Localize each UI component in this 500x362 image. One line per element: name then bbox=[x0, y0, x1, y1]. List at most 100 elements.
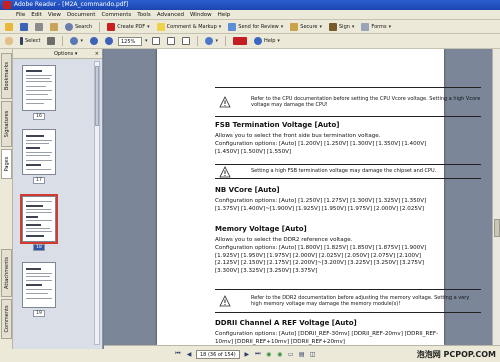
help-icon bbox=[253, 37, 262, 45]
text-select-icon bbox=[20, 37, 23, 45]
thumbnail-image bbox=[22, 129, 56, 175]
options-menu-button[interactable]: Options ▾ bbox=[54, 51, 77, 57]
pages-panel: Options ▾ × 16 17 18 19 bbox=[13, 49, 103, 349]
window-title: Adobe Reader - [M2A_commando.pdf] bbox=[14, 1, 129, 8]
zoom-out-button[interactable] bbox=[88, 36, 100, 47]
document-area: Refer to the CPU documentation before se… bbox=[104, 49, 500, 345]
folder-icon bbox=[5, 22, 13, 31]
toolbar-separator bbox=[197, 36, 199, 46]
zoom-dropdown[interactable]: ▾ bbox=[145, 38, 148, 44]
forms-button[interactable]: Forms ▾ bbox=[359, 21, 393, 32]
hand-tool-button[interactable] bbox=[3, 36, 15, 47]
menu-help[interactable]: Help bbox=[218, 12, 231, 18]
configuration-options: Configuration options: [Auto] [1.250V] [… bbox=[215, 198, 427, 212]
fit-width-button[interactable] bbox=[180, 36, 192, 47]
comment-markup-label: Comment & Markup bbox=[166, 23, 217, 30]
last-page-button[interactable]: ⏭ bbox=[254, 350, 262, 358]
zoom-tool-button[interactable]: ▾ bbox=[68, 36, 85, 47]
next-page-button[interactable]: ▶ bbox=[243, 350, 251, 358]
section-description: Allows you to select the front side bus … bbox=[215, 133, 381, 139]
tab-bookmarks-label: Bookmarks bbox=[3, 62, 10, 90]
menu-comments[interactable]: Comments bbox=[101, 12, 131, 18]
snapshot-button[interactable] bbox=[45, 36, 57, 47]
forms-icon bbox=[361, 22, 370, 31]
close-icon[interactable]: × bbox=[95, 51, 99, 57]
menu-tools[interactable]: Tools bbox=[137, 12, 151, 18]
previous-view-button[interactable]: ◉ bbox=[265, 350, 273, 358]
zoom-in-button[interactable] bbox=[103, 36, 115, 47]
menu-document[interactable]: Document bbox=[67, 12, 96, 18]
menu-window[interactable]: Window bbox=[190, 12, 212, 18]
next-view-button[interactable]: ◉ bbox=[276, 350, 284, 358]
continuous-layout-button[interactable]: ▤ bbox=[298, 350, 306, 358]
warning-icon bbox=[219, 165, 231, 177]
tab-signatures[interactable]: Signatures bbox=[1, 101, 12, 147]
forms-label: Forms bbox=[371, 23, 387, 30]
comment-markup-button[interactable]: Comment & Markup ▾ bbox=[155, 21, 224, 32]
page-number-field[interactable]: 18 (36 of 154) bbox=[196, 349, 240, 359]
scrollbar-thumb[interactable] bbox=[494, 219, 500, 237]
menu-view[interactable]: View bbox=[48, 12, 61, 18]
sign-button[interactable]: Sign ▾ bbox=[327, 21, 356, 32]
configuration-options: Configuration options: [Auto] [DDRII_REF… bbox=[215, 331, 439, 345]
thumbnail-page-number: 19 bbox=[33, 310, 45, 317]
zoom-out-icon bbox=[89, 37, 98, 45]
menu-advanced[interactable]: Advanced bbox=[157, 12, 184, 18]
hand-icon bbox=[5, 37, 13, 45]
page-thumbnail[interactable]: 16 bbox=[22, 65, 62, 120]
chevron-down-icon: ▾ bbox=[351, 23, 355, 30]
scrollbar-thumb[interactable] bbox=[95, 66, 99, 126]
previous-page-button[interactable]: ◀ bbox=[185, 350, 193, 358]
tab-comments[interactable]: Comments bbox=[1, 299, 12, 339]
send-for-review-label: Send for Review bbox=[238, 23, 279, 30]
section-heading: Memory Voltage [Auto] bbox=[215, 225, 307, 233]
email-button[interactable] bbox=[48, 21, 60, 32]
send-for-review-button[interactable]: Send for Review ▾ bbox=[226, 21, 285, 32]
facing-layout-button[interactable]: ◫ bbox=[309, 350, 317, 358]
zoom-level-field[interactable]: 125% bbox=[117, 36, 142, 46]
fit-page-button[interactable] bbox=[165, 36, 177, 47]
page-thumbnail-selected[interactable]: 18 bbox=[20, 194, 62, 251]
toolbar-separator bbox=[99, 21, 101, 32]
search-button[interactable]: Search bbox=[63, 21, 94, 32]
print-button[interactable] bbox=[33, 21, 45, 32]
rotate-button[interactable]: ▾ bbox=[203, 36, 220, 47]
note-text: Refer to the CPU documentation before se… bbox=[251, 95, 481, 108]
tab-pages[interactable]: Pages bbox=[1, 149, 12, 179]
email-icon bbox=[50, 22, 58, 31]
tab-attachments[interactable]: Attachments bbox=[1, 249, 12, 297]
tab-attachments-label: Attachments bbox=[3, 257, 10, 289]
create-pdf-button[interactable]: Create PDF ▾ bbox=[105, 21, 151, 32]
open-button[interactable] bbox=[3, 21, 15, 32]
help-button[interactable]: Help ▾ bbox=[252, 36, 282, 47]
warning-note: Refer to the DDR2 documentation before a… bbox=[215, 289, 481, 313]
page-thumbnail[interactable]: 17 bbox=[22, 129, 62, 184]
options-label: Options bbox=[54, 50, 74, 57]
pages-panel-scrollbar[interactable] bbox=[94, 61, 100, 345]
document-scrollbar[interactable] bbox=[492, 49, 500, 345]
chevron-down-icon: ▾ bbox=[147, 23, 150, 30]
site-watermark: 泡泡网 PCPOP.COM bbox=[416, 350, 496, 359]
note-text: Setting a high FSB termination voltage m… bbox=[251, 168, 437, 175]
select-tool-button[interactable]: Select bbox=[18, 36, 42, 47]
menu-edit[interactable]: Edit bbox=[31, 12, 42, 18]
actual-size-button[interactable] bbox=[150, 36, 162, 47]
chevron-down-icon: ▾ bbox=[277, 38, 280, 44]
view-toolbar: Select ▾ 125% ▾ ▾ Help ▾ bbox=[0, 34, 500, 49]
help-label: Help bbox=[263, 38, 276, 44]
tab-bookmarks[interactable]: Bookmarks bbox=[1, 53, 12, 99]
thumbnail-page-number: 18 bbox=[33, 244, 45, 251]
save-button[interactable] bbox=[18, 21, 30, 32]
warning-icon bbox=[219, 96, 231, 108]
yahoo-button[interactable] bbox=[231, 36, 249, 47]
secure-button[interactable]: Secure ▾ bbox=[288, 21, 324, 32]
single-page-layout-button[interactable]: ▭ bbox=[287, 350, 295, 358]
thumbnail-image bbox=[20, 194, 58, 244]
secure-label: Secure bbox=[300, 23, 318, 30]
review-icon bbox=[228, 22, 237, 31]
warning-icon bbox=[219, 295, 231, 307]
page-thumbnail[interactable]: 19 bbox=[22, 262, 62, 317]
section-heading: NB VCore [Auto] bbox=[215, 186, 280, 194]
menu-file[interactable]: File bbox=[16, 12, 25, 18]
first-page-button[interactable]: ⏮ bbox=[174, 350, 182, 358]
